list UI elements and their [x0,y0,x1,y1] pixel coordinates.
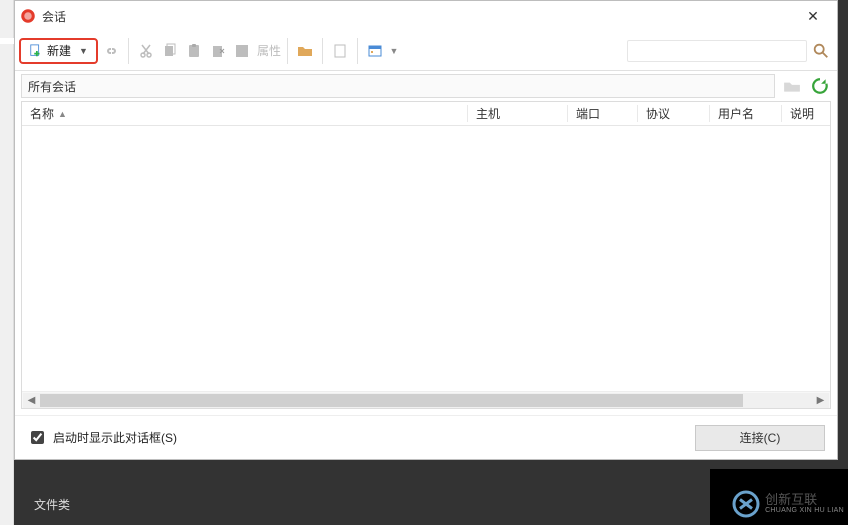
col-desc-label: 说明 [790,107,814,121]
paste-icon[interactable] [183,40,205,62]
bg-category-label: 文件类 [34,496,70,513]
left-edge-strip [0,0,14,525]
brand-watermark: 创新互联 CHUANG XIN HU LIAN [731,489,844,519]
breadcrumb-path: 所有会话 [28,78,76,95]
titlebar[interactable]: 会话 ✕ [15,1,837,31]
col-user-label: 用户名 [718,107,754,121]
col-name-label: 名称 [30,105,54,122]
new-button[interactable]: 新建 ▼ [19,38,98,64]
breadcrumb[interactable]: 所有会话 [21,74,775,98]
chevron-down-icon: ▼ [79,46,88,56]
sort-asc-icon: ▲ [58,109,67,119]
col-host[interactable]: 主机 [468,105,568,122]
left-edge-strip-notch [0,38,14,44]
toolbar-separator-4 [357,38,358,64]
properties-icon[interactable] [231,40,253,62]
cut-icon[interactable] [135,40,157,62]
sessions-table: 名称 ▲ 主机 端口 协议 用户名 说明 ◀ ▶ [21,101,831,409]
search-icon[interactable] [809,39,833,63]
connect-button[interactable]: 连接(C) [695,425,825,451]
col-protocol-label: 协议 [646,107,670,121]
file-plus-icon [29,44,43,58]
toolbar-separator-3 [322,38,323,64]
view-icon[interactable] [364,40,386,62]
show-on-start-checkbox[interactable] [31,431,44,444]
brand-en: CHUANG XIN HU LIAN [765,507,844,515]
col-user[interactable]: 用户名 [710,105,782,122]
dialog-footer: 启动时显示此对话框(S) 连接(C) [15,415,837,459]
brand-zh: 创新互联 [765,493,844,507]
search-input[interactable] [627,40,807,62]
scroll-left-button[interactable]: ◀ [23,393,40,408]
scroll-right-button[interactable]: ▶ [812,393,829,408]
col-name[interactable]: 名称 ▲ [22,105,468,122]
brand-logo-icon [731,489,761,519]
col-protocol[interactable]: 协议 [638,105,710,122]
scroll-thumb[interactable] [40,394,743,407]
toolbar-separator-2 [287,38,288,64]
scroll-track[interactable] [40,393,812,408]
folder-icon[interactable] [294,40,316,62]
chevron-down-icon[interactable]: ▼ [388,40,400,62]
col-desc[interactable]: 说明 [782,105,830,122]
col-host-label: 主机 [476,107,500,121]
folder-up-icon[interactable] [781,75,803,97]
col-port-label: 端口 [576,107,600,121]
toolbar: 新建 ▼ 属性 ▼ [15,31,837,71]
window-title: 会话 [42,8,793,25]
toolbar-separator [128,38,129,64]
link-icon[interactable] [100,40,122,62]
breadcrumb-row: 所有会话 [15,71,837,101]
properties-label[interactable]: 属性 [257,42,281,59]
horizontal-scrollbar[interactable]: ◀ ▶ [22,391,830,408]
table-header: 名称 ▲ 主机 端口 协议 用户名 说明 [22,102,830,126]
connect-button-label: 连接(C) [740,429,781,446]
refresh-icon[interactable] [809,75,831,97]
new-button-label: 新建 [47,42,71,59]
delete-icon[interactable] [207,40,229,62]
session-dialog: 会话 ✕ 新建 ▼ 属性 ▼ 所有会话 [14,0,838,460]
app-icon [19,7,37,25]
col-port[interactable]: 端口 [568,105,638,122]
document-icon[interactable] [329,40,351,62]
copy-icon[interactable] [159,40,181,62]
table-body[interactable] [22,126,830,391]
show-on-start-label[interactable]: 启动时显示此对话框(S) [53,429,177,446]
close-button[interactable]: ✕ [793,8,833,25]
